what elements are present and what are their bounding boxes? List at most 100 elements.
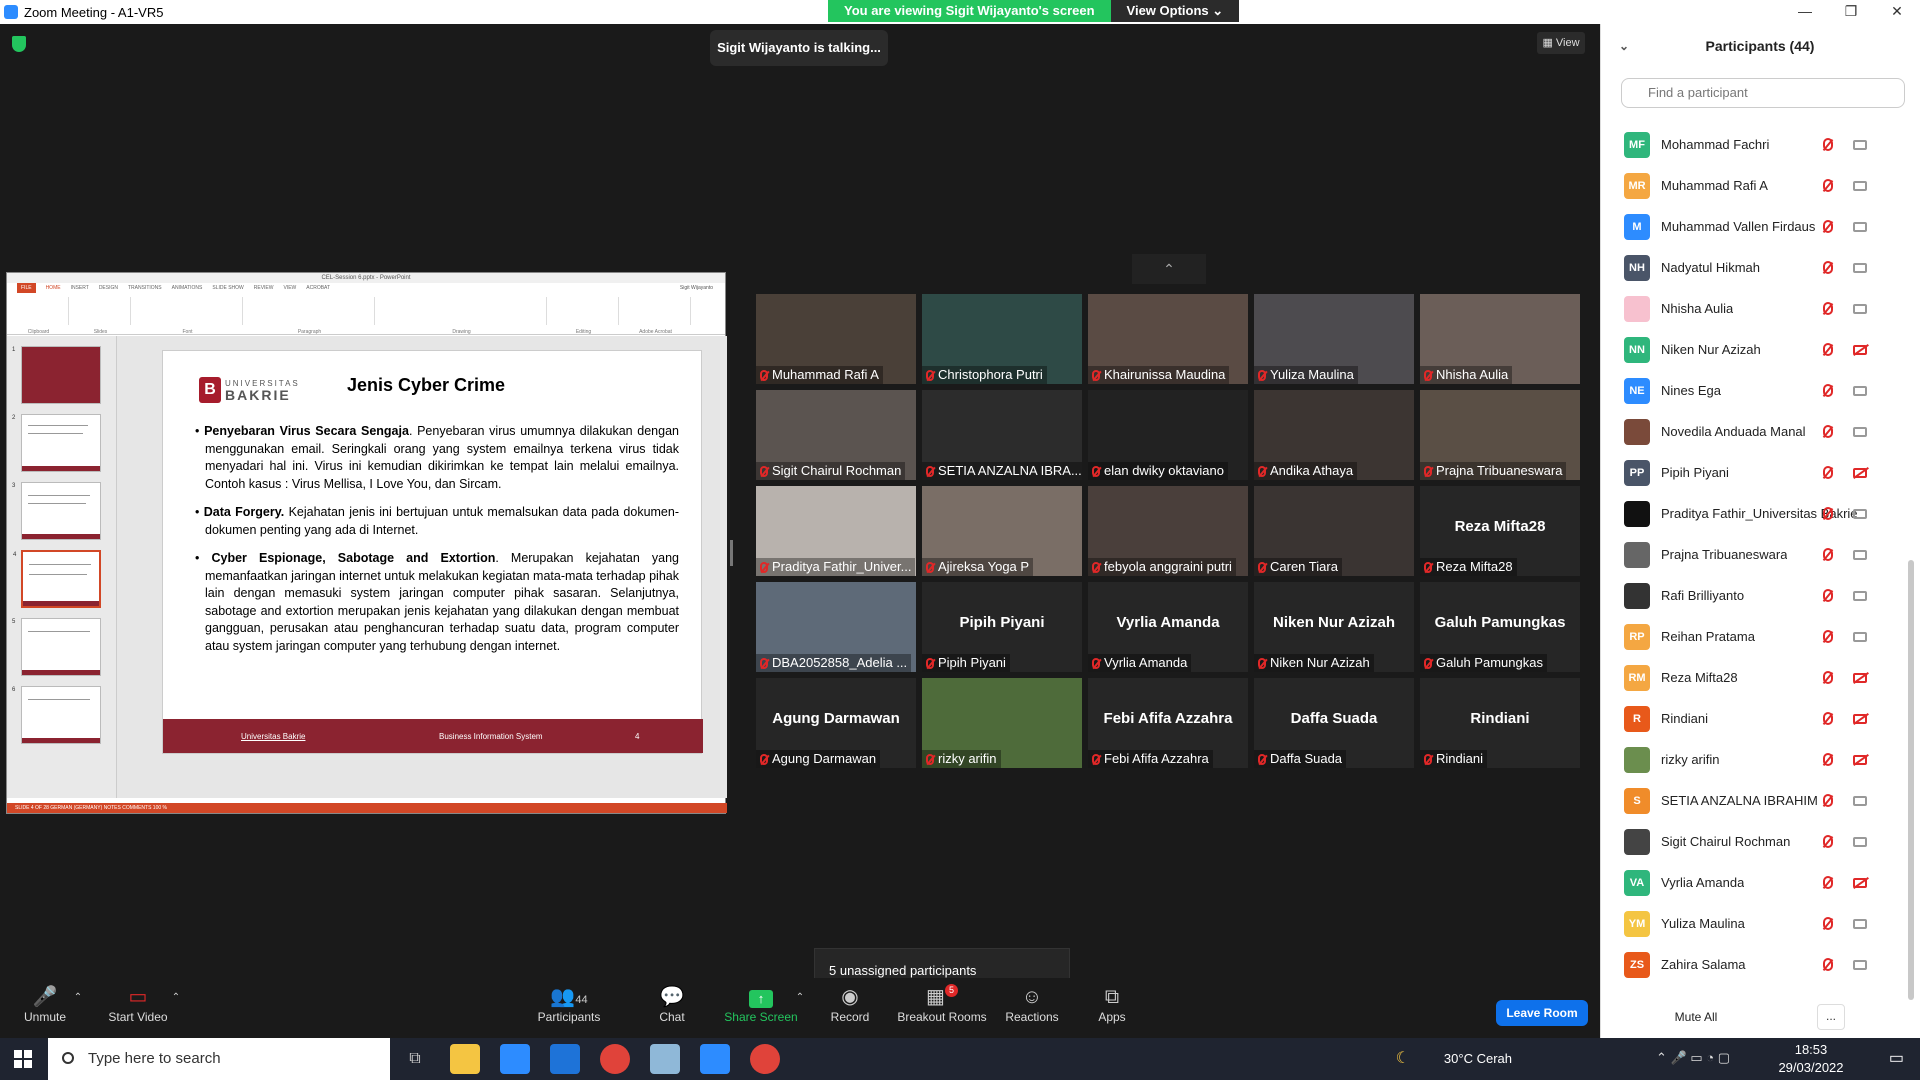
chevron-down-icon[interactable]: ⌄ <box>1619 24 1629 68</box>
video-off-icon[interactable] <box>1853 344 1867 355</box>
participant-row[interactable]: NN Niken Nur Azizah <box>1601 329 1919 370</box>
muted-mic-icon[interactable] <box>1823 302 1833 315</box>
participant-row[interactable]: VA Vyrlia Amanda <box>1601 862 1919 903</box>
ppt-tab[interactable]: VIEW <box>284 283 297 293</box>
start-video-button[interactable]: ▭ Start Video <box>104 984 172 1024</box>
unmute-button[interactable]: 🎤 Unmute <box>22 984 68 1024</box>
chrome-icon[interactable] <box>600 1044 630 1074</box>
share-screen-button[interactable]: ↑ Share Screen <box>722 984 800 1024</box>
muted-mic-icon[interactable] <box>1823 958 1833 971</box>
video-tile[interactable]: Pipih Piyani Pipih Piyani <box>922 582 1082 672</box>
muted-mic-icon[interactable] <box>1823 794 1833 807</box>
notification-icon[interactable]: ▭ <box>1889 1048 1904 1068</box>
zoom-taskbar-icon[interactable] <box>700 1044 730 1074</box>
muted-mic-icon[interactable] <box>1823 138 1833 151</box>
slide-thumb[interactable]: 6 <box>12 686 101 744</box>
muted-mic-icon[interactable] <box>1823 220 1833 233</box>
audio-options-caret[interactable]: ⌃ <box>72 992 84 1003</box>
video-tile[interactable]: Prajna Tribuaneswara <box>1420 390 1580 480</box>
video-tile[interactable]: Praditya Fathir_Univer... <box>756 486 916 576</box>
ppt-tab[interactable]: FILE <box>17 283 36 293</box>
encryption-shield-icon[interactable] <box>12 36 26 52</box>
video-tile[interactable]: Daffa Suada Daffa Suada <box>1254 678 1414 768</box>
camera-icon[interactable] <box>1853 590 1867 601</box>
participant-row[interactable]: RP Reihan Pratama <box>1601 616 1919 657</box>
view-button[interactable]: ▦ View <box>1537 32 1585 54</box>
ppt-tab[interactable]: DESIGN <box>99 283 118 293</box>
participant-row[interactable]: RM Reza Mifta28 <box>1601 657 1919 698</box>
participant-row[interactable]: NE Nines Ega <box>1601 370 1919 411</box>
reactions-button[interactable]: ☺ Reactions <box>1004 984 1060 1024</box>
camera-icon[interactable] <box>1853 508 1867 519</box>
file-explorer-icon[interactable] <box>450 1044 480 1074</box>
camera-icon[interactable] <box>1853 221 1867 232</box>
tray-icons[interactable]: ⌃ 🎤 ▭ ◔ ▢ <box>1656 1050 1730 1066</box>
restore-button[interactable]: ❐ <box>1828 0 1874 24</box>
muted-mic-icon[interactable] <box>1823 343 1833 356</box>
video-tile[interactable]: Muhammad Rafi A <box>756 294 916 384</box>
slide-thumb[interactable]: 3 <box>12 482 101 540</box>
slide-thumb[interactable]: 5 <box>12 618 101 676</box>
collapse-gallery-button[interactable]: ⌃ <box>1132 254 1206 284</box>
camera-icon[interactable] <box>1853 385 1867 396</box>
video-options-caret[interactable]: ⌃ <box>170 992 182 1003</box>
participant-row[interactable]: M Muhammad Vallen Firdaus <box>1601 206 1919 247</box>
shared-screen[interactable]: CEL-Session 6.pptx - PowerPoint FILE HOME… <box>6 272 727 814</box>
participant-row[interactable]: YM Yuliza Maulina <box>1601 903 1919 944</box>
video-tile[interactable]: Caren Tiara <box>1254 486 1414 576</box>
participant-search-input[interactable]: Find a participant <box>1621 78 1905 108</box>
participants-button[interactable]: 👥44 Participants <box>534 984 604 1024</box>
video-tile[interactable]: Khairunissa Maudina <box>1088 294 1248 384</box>
task-view-icon[interactable]: ⧉ <box>400 1044 430 1074</box>
video-off-icon[interactable] <box>1853 713 1867 724</box>
camera-icon[interactable] <box>1853 262 1867 273</box>
participant-row[interactable]: MR Muhammad Rafi A <box>1601 165 1919 206</box>
video-tile[interactable]: Sigit Chairul Rochman <box>756 390 916 480</box>
video-tile[interactable]: Rindiani Rindiani <box>1420 678 1580 768</box>
ppt-tab[interactable]: HOME <box>46 283 61 293</box>
camera-icon[interactable] <box>1853 549 1867 560</box>
view-options-button[interactable]: View Options ⌄ <box>1110 0 1240 22</box>
video-tile[interactable]: Yuliza Maulina <box>1254 294 1414 384</box>
participant-row[interactable]: ZS Zahira Salama <box>1601 944 1919 985</box>
participant-row[interactable]: R Rindiani <box>1601 698 1919 739</box>
participant-row[interactable]: NH Nadyatul Hikmah <box>1601 247 1919 288</box>
video-tile[interactable]: Ajireksa Yoga P <box>922 486 1082 576</box>
video-tile[interactable]: Galuh Pamungkas Galuh Pamungkas <box>1420 582 1580 672</box>
video-tile[interactable]: Vyrlia Amanda Vyrlia Amanda <box>1088 582 1248 672</box>
chrome-icon[interactable] <box>750 1044 780 1074</box>
video-tile[interactable]: rizky arifin <box>922 678 1082 768</box>
muted-mic-icon[interactable] <box>1823 876 1833 889</box>
participant-row[interactable]: Novedila Anduada Manal <box>1601 411 1919 452</box>
split-handle[interactable] <box>730 540 733 566</box>
apps-button[interactable]: ⧉ Apps <box>1096 984 1128 1024</box>
video-off-icon[interactable] <box>1853 672 1867 683</box>
video-tile[interactable]: SETIA ANZALNA IBRA... <box>922 390 1082 480</box>
ppt-tab[interactable]: INSERT <box>71 283 89 293</box>
video-tile[interactable]: Christophora Putri <box>922 294 1082 384</box>
chat-button[interactable]: 💬 Chat <box>654 984 690 1024</box>
video-tile[interactable]: Agung Darmawan Agung Darmawan <box>756 678 916 768</box>
participant-row[interactable]: MF Mohammad Fachri <box>1601 124 1919 165</box>
muted-mic-icon[interactable] <box>1823 917 1833 930</box>
camera-icon[interactable] <box>1853 303 1867 314</box>
video-tile[interactable]: Andika Athaya <box>1254 390 1414 480</box>
record-button[interactable]: ◉ Record <box>828 984 872 1024</box>
more-options-button[interactable]: ... <box>1817 1004 1845 1030</box>
camera-icon[interactable] <box>1853 426 1867 437</box>
video-tile[interactable]: elan dwiky oktaviano <box>1088 390 1248 480</box>
camera-icon[interactable] <box>1853 180 1867 191</box>
camera-icon[interactable] <box>1853 918 1867 929</box>
participant-row[interactable]: Sigit Chairul Rochman <box>1601 821 1919 862</box>
video-tile[interactable]: Reza Mifta28 Reza Mifta28 <box>1420 486 1580 576</box>
camera-icon[interactable] <box>1853 139 1867 150</box>
muted-mic-icon[interactable] <box>1823 384 1833 397</box>
muted-mic-icon[interactable] <box>1823 753 1833 766</box>
ppt-tab[interactable]: REVIEW <box>254 283 274 293</box>
ppt-tab[interactable]: TRANSITIONS <box>128 283 162 293</box>
muted-mic-icon[interactable] <box>1823 507 1833 520</box>
participant-row[interactable]: rizky arifin <box>1601 739 1919 780</box>
participant-list-scrollbar[interactable] <box>1908 560 1914 1000</box>
muted-mic-icon[interactable] <box>1823 712 1833 725</box>
windows-start-icon[interactable] <box>14 1050 32 1068</box>
